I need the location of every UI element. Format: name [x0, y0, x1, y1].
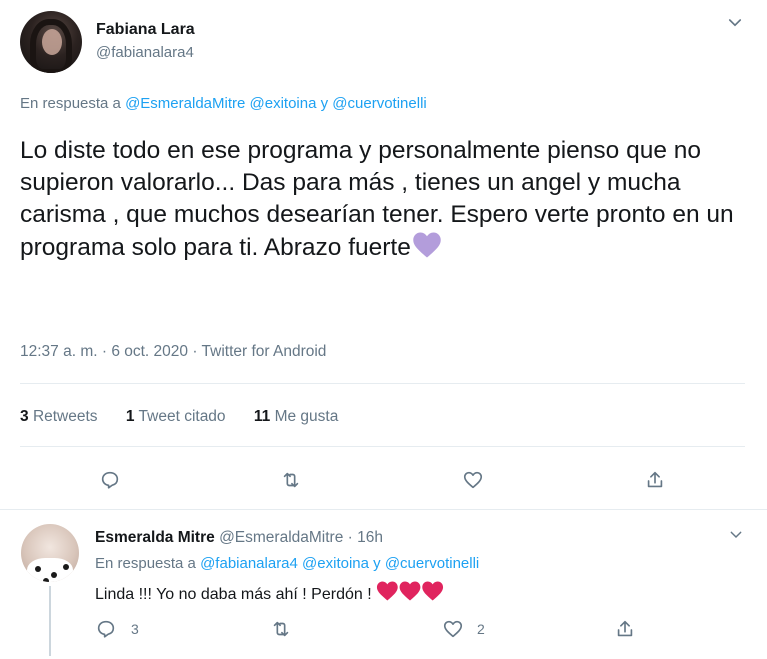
reply-count: 3 — [131, 621, 139, 637]
mention-link[interactable]: @EsmeraldaMitre — [125, 95, 245, 112]
mention-link[interactable]: @exitoina — [302, 555, 369, 572]
retweet-icon — [283, 472, 299, 488]
reply-retweet-button[interactable] — [269, 617, 293, 641]
likes-label[interactable]: Me gusta — [275, 408, 339, 425]
reply-reply-button[interactable] — [94, 617, 118, 641]
reply-context: En respuesta a @EsmeraldaMitre @exitoina… — [20, 95, 427, 112]
more-options-chevron-icon[interactable] — [726, 14, 744, 37]
share-button[interactable] — [643, 468, 667, 492]
reply-text-content: Linda !!! Yo no daba más ahí ! Perdón ! — [95, 586, 372, 603]
divider — [0, 509, 767, 510]
retweets-count[interactable]: 3 — [20, 408, 29, 425]
retweet-icon — [273, 621, 289, 637]
author-avatar[interactable] — [20, 11, 82, 73]
reply-bubble-icon — [97, 620, 115, 638]
reply-joiner: y — [320, 95, 329, 112]
reply-author-avatar[interactable] — [21, 524, 79, 582]
like-count: 2 — [477, 621, 485, 637]
heart-outline-icon — [463, 471, 483, 489]
tweet-text-content: Lo diste todo en ese programa y personal… — [20, 137, 734, 261]
reply-author-handle[interactable]: @EsmeraldaMitre — [219, 529, 343, 546]
reply-time[interactable]: 16h — [357, 529, 383, 546]
reply-author-row: Esmeralda Mitre @EsmeraldaMitre · 16h — [95, 529, 383, 547]
purple-heart-emoji-icon — [412, 231, 442, 268]
tweet-text: Lo diste todo en ese programa y personal… — [20, 135, 750, 268]
time-separator: · — [347, 529, 353, 546]
reply-share-button[interactable] — [613, 617, 637, 641]
divider — [20, 383, 745, 384]
mention-link[interactable]: @cuervotinelli — [385, 555, 479, 572]
heart-outline-icon — [443, 620, 463, 638]
reply-context: En respuesta a @fabianalara4 @exitoina y… — [95, 555, 479, 572]
retweets-label[interactable]: Retweets — [33, 408, 98, 425]
reply-prefix: En respuesta a — [20, 95, 121, 112]
likes-count[interactable]: 11 — [254, 408, 270, 425]
thread-line — [49, 586, 51, 656]
author-handle[interactable]: @fabianalara4 — [96, 44, 194, 61]
reply-text: Linda !!! Yo no daba más ahí ! Perdón ! — [95, 580, 444, 607]
retweet-button[interactable] — [279, 468, 303, 492]
reply-joiner: y — [373, 555, 381, 572]
quotes-label[interactable]: Tweet citado — [139, 408, 226, 425]
red-hearts-emoji-icon — [376, 580, 444, 607]
mention-link[interactable]: @exitoina — [250, 95, 317, 112]
mention-link[interactable]: @fabianalara4 — [200, 555, 298, 572]
quotes-count[interactable]: 1 — [126, 408, 135, 425]
reply-prefix: En respuesta a — [95, 555, 196, 572]
share-icon — [647, 471, 663, 488]
divider — [20, 446, 745, 447]
reply-bubble-icon — [101, 471, 119, 489]
reply-button[interactable] — [98, 468, 122, 492]
reply-more-chevron-icon[interactable] — [728, 527, 744, 548]
reply-like-button[interactable] — [441, 617, 465, 641]
like-button[interactable] — [461, 468, 485, 492]
tweet-stats: 3 Retweets 1 Tweet citado 11 Me gusta — [20, 408, 338, 426]
reply-author-name[interactable]: Esmeralda Mitre — [95, 529, 215, 546]
mention-link[interactable]: @cuervotinelli — [332, 95, 426, 112]
author-name[interactable]: Fabiana Lara — [96, 21, 195, 39]
tweet-timestamp[interactable]: 12:37 a. m. · 6 oct. 2020 · Twitter for … — [20, 343, 326, 361]
share-icon — [617, 620, 633, 637]
